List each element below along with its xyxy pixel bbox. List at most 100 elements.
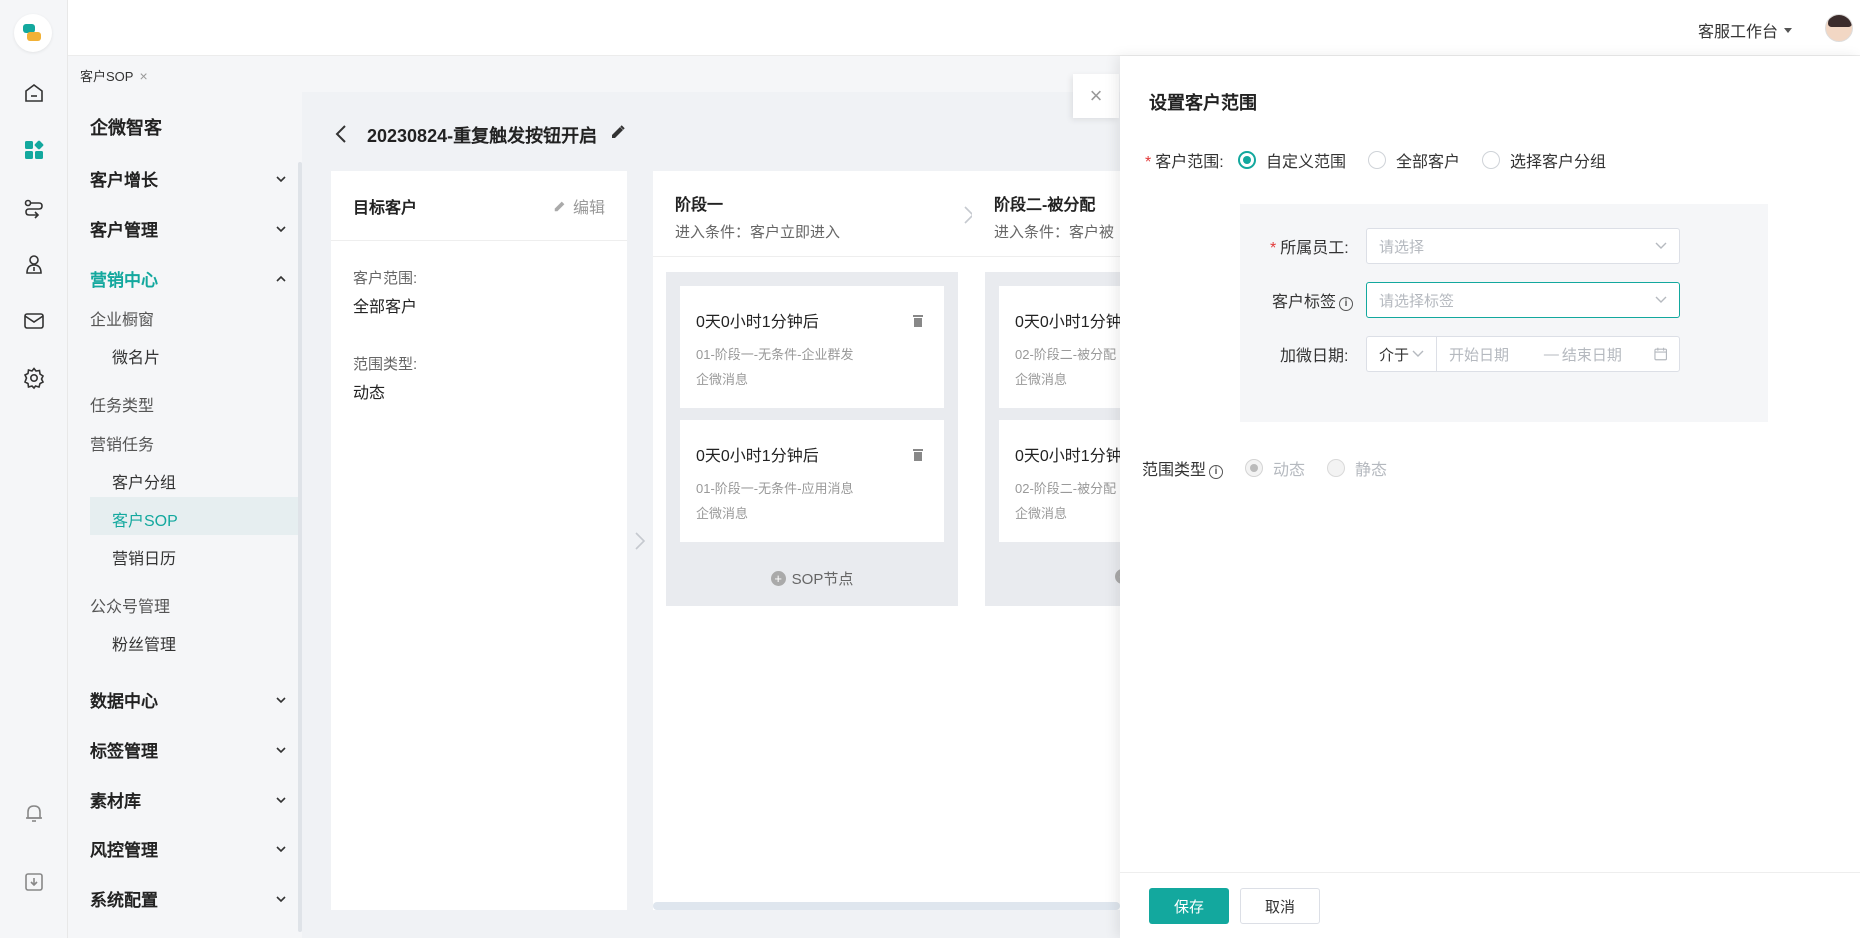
chevron-down-icon (276, 746, 286, 753)
sop-node[interactable]: 0天0小时1分钟后 01-阶段一-无条件-企业群发 企微消息 (680, 286, 944, 408)
sidebar-group-data[interactable]: 数据中心 (90, 687, 286, 712)
range-value: 全部客户 (353, 299, 418, 316)
stage-card: 阶段一 进入条件：客户立即进入 0天0小时1分钟后 01-阶段一-无条件-企业群… (653, 171, 973, 910)
plus-circle-icon: + (770, 571, 786, 586)
radio-customer-group[interactable]: 选择客户分组 (1482, 148, 1606, 172)
sidebar-item-customer-sop[interactable]: 客户SOP (112, 507, 308, 531)
sidebar-group-growth[interactable]: 客户增长 (90, 166, 286, 191)
horizontal-scrollbar[interactable] (653, 902, 1120, 910)
trash-icon[interactable] (912, 314, 924, 328)
user-menu[interactable]: 王 (1825, 14, 1860, 42)
sidebar-item-label: 公众号管理 (90, 599, 171, 616)
sidebar-group-label: 系统配置 (90, 891, 158, 910)
tab-customer-sop[interactable]: 客户SOP × (80, 66, 148, 85)
range-label: 客户范围: (353, 270, 418, 287)
sidebar-group-label: 数据中心 (90, 692, 158, 711)
info-icon[interactable]: i (1209, 465, 1224, 479)
workbench-dropdown[interactable]: 客服工作台 (1698, 18, 1793, 42)
add-sop-node-button[interactable]: + SOP节点 (666, 568, 958, 589)
sidebar-group-marketing[interactable]: 营销中心 (90, 266, 286, 291)
target-card-header: 目标客户 编辑 (331, 171, 627, 241)
logo-icon (23, 24, 41, 41)
sop-title: 20230824-重复触发按钮开启 (367, 126, 598, 146)
home-icon[interactable] (21, 80, 47, 106)
sidebar-group-label: 营销中心 (90, 271, 158, 290)
app-logo[interactable] (14, 14, 52, 52)
sidebar-item-showcase[interactable]: 企业橱窗 (90, 306, 286, 330)
sidebar: 企微智客 客户增长 客户管理 营销中心 企业橱窗 微名片 任务类型 营销任务 客… (68, 92, 302, 938)
radio-label: 选择客户分组 (1510, 154, 1607, 171)
chevron-up-icon (276, 275, 286, 282)
sidebar-item-task-type[interactable]: 任务类型 (90, 392, 286, 416)
info-icon[interactable]: i (1339, 297, 1354, 311)
range-drawer: 设置客户范围 * 客户范围: 自定义范围 全部客户 选择客户分组 * 所属员工: 请… (1120, 56, 1860, 938)
sidebar-group-customer[interactable]: 客户管理 (90, 216, 286, 241)
required-mark: * (1145, 154, 1152, 171)
sidebar-item-label: 任务类型 (90, 398, 155, 415)
range-type-label: 范围类型 i (1142, 456, 1224, 480)
mail-icon[interactable] (21, 308, 47, 334)
sidebar-item-customer-group[interactable]: 客户分组 (112, 469, 308, 493)
drawer-footer: 保存 取消 (1120, 872, 1860, 938)
edit-title-icon[interactable] (610, 124, 626, 140)
employee-field-label: * 所属员工: (1270, 234, 1349, 258)
caret-down-icon (1784, 27, 1793, 33)
date-operator-select[interactable]: 介于 (1366, 336, 1436, 372)
sidebar-group-label: 客户增长 (90, 171, 158, 190)
calendar-icon (1654, 347, 1667, 361)
save-button[interactable]: 保存 (1149, 888, 1229, 924)
sidebar-item-label: 营销任务 (90, 437, 155, 454)
sidebar-item-marketing-calendar[interactable]: 营销日历 (112, 545, 308, 569)
download-icon[interactable] (21, 869, 47, 895)
sidebar-group-materials[interactable]: 素材库 (90, 787, 286, 812)
radio-custom-range[interactable]: 自定义范围 (1238, 148, 1346, 172)
close-tab-icon[interactable]: × (139, 68, 147, 84)
tab-label: 客户SOP (80, 69, 134, 84)
drawer-title: 设置客户范围 (1149, 93, 1257, 113)
tag-field-label: 客户标签 i (1272, 288, 1354, 312)
sidebar-item-fans[interactable]: 粉丝管理 (112, 631, 308, 655)
bell-icon[interactable] (21, 800, 47, 826)
radio-dynamic[interactable]: 动态 (1245, 456, 1305, 480)
radio-disabled-icon (1327, 459, 1346, 477)
type-label: 范围类型: (353, 356, 418, 373)
employee-label-text: 所属员工: (1280, 240, 1349, 257)
apps-icon[interactable] (21, 137, 47, 163)
node-time: 0天0小时1分钟后 (696, 314, 819, 331)
employee-select[interactable]: 请选择 (1366, 228, 1680, 264)
chevron-down-icon (276, 845, 286, 852)
drawer-close-button[interactable]: × (1073, 74, 1119, 118)
stage-header[interactable]: 阶段一 进入条件：客户立即进入 (653, 171, 973, 257)
stage-condition: 进入条件：客户立即进入 (675, 224, 841, 241)
sidebar-item-marketing-task[interactable]: 营销任务 (90, 431, 286, 455)
radio-all-customers[interactable]: 全部客户 (1368, 148, 1460, 172)
tag-select[interactable]: 请选择标签 (1366, 282, 1680, 318)
date-separator: — (1543, 345, 1559, 363)
sidebar-item-micro-card[interactable]: 微名片 (112, 344, 308, 368)
sop-node[interactable]: 0天0小时1分钟后 01-阶段一-无条件-应用消息 企微消息 (680, 420, 944, 542)
sidebar-group-tags[interactable]: 标签管理 (90, 737, 286, 762)
sidebar-item-official-account[interactable]: 公众号管理 (90, 593, 286, 617)
node-type: 企微消息 (696, 506, 749, 521)
radio-label: 静态 (1355, 462, 1388, 479)
radio-label: 全部客户 (1396, 154, 1461, 171)
date-range-picker[interactable]: 开始日期 — 结束日期 (1436, 336, 1680, 372)
chevron-down-icon (1412, 350, 1424, 357)
trash-icon[interactable] (912, 448, 924, 462)
tag-label-text: 客户标签 (1272, 294, 1337, 311)
user-shield-icon[interactable] (21, 251, 47, 277)
back-arrow-icon[interactable] (332, 122, 352, 146)
cancel-button[interactable]: 取消 (1240, 888, 1320, 924)
route-icon[interactable] (21, 196, 47, 222)
stage-nodes: 0天0小时1分钟后 01-阶段一-无条件-企业群发 企微消息 0天0小时1分钟后… (666, 272, 958, 606)
chevron-down-icon (276, 696, 286, 703)
radio-checked-icon (1238, 151, 1256, 169)
node-desc: 01-阶段一-无条件-应用消息 (696, 481, 854, 496)
edit-target-button[interactable]: 编辑 (553, 194, 605, 218)
target-customer-card: 目标客户 编辑 客户范围: 全部客户 范围类型: 动态 (331, 171, 627, 910)
gear-icon[interactable] (21, 365, 47, 391)
sidebar-group-risk[interactable]: 风控管理 (90, 836, 286, 861)
sidebar-group-system[interactable]: 系统配置 (90, 886, 286, 911)
radio-static[interactable]: 静态 (1327, 456, 1387, 480)
sidebar-item-label: 微名片 (112, 350, 161, 367)
